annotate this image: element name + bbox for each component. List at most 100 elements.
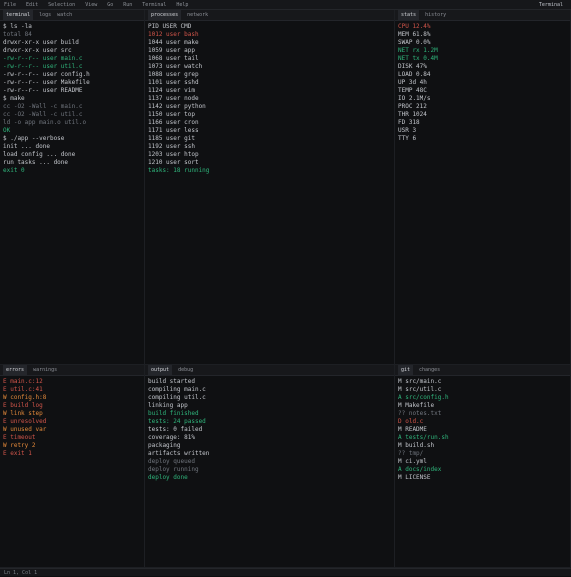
- stat-swap: SWAP 0.0%: [398, 39, 431, 46]
- line-11: cc -O2 -Wall -c util.c: [3, 111, 83, 118]
- line-18: exit 0: [3, 167, 25, 174]
- menu-item-run[interactable]: Run: [123, 0, 132, 9]
- menu-item-go[interactable]: Go: [107, 0, 113, 9]
- problem-row: W config.h:8: [3, 394, 47, 401]
- menu-item-edit[interactable]: Edit: [26, 0, 38, 9]
- git-row: ?? notes.txt: [398, 410, 442, 417]
- table-row: 1088 user grep: [148, 71, 199, 78]
- menu-bar: File Edit Selection View Go Run Terminal…: [0, 0, 571, 10]
- menu-item-help[interactable]: Help: [176, 0, 188, 9]
- tab-network[interactable]: network: [187, 10, 208, 20]
- cursor-position: Ln 1, Col 1: [4, 570, 38, 576]
- line-1: total 84: [3, 31, 32, 38]
- table-row: 1068 user tail: [148, 55, 199, 62]
- line-6: -rw-r--r-- user config.h: [3, 71, 90, 78]
- table-row: 1101 user sshd: [148, 79, 199, 86]
- menu-item-view[interactable]: View: [85, 0, 97, 9]
- stat-cpu: CPU 12.4%: [398, 23, 431, 30]
- git-row: A tests/run.sh: [398, 434, 449, 441]
- git-row: A docs/index: [398, 466, 442, 473]
- git-row: M build.sh: [398, 442, 435, 449]
- line-9: $ make: [3, 95, 25, 102]
- problem-row: E build log: [3, 402, 43, 409]
- output-log[interactable]: build started compiling main.c compiling…: [145, 376, 394, 484]
- problem-row: E exit 1: [3, 450, 32, 457]
- stats-list[interactable]: CPU 12.4% MEM 61.8% SWAP 0.0% NET rx 1.2…: [395, 21, 570, 145]
- table-row: 1124 user vim: [148, 87, 195, 94]
- table-row: 1166 user cron: [148, 119, 199, 126]
- log-line: build started: [148, 378, 195, 385]
- log-line: deploy queued: [148, 458, 195, 465]
- stat-fd: FD 318: [398, 119, 420, 126]
- log-line: deploy running: [148, 466, 199, 473]
- pane-top-right: stats history CPU 12.4% MEM 61.8% SWAP 0…: [395, 10, 571, 365]
- table-row: 1185 user git: [148, 135, 195, 142]
- line-4: -rw-r--r-- user main.c: [3, 55, 83, 62]
- tab-stats[interactable]: stats: [398, 10, 420, 20]
- tab-errors[interactable]: errors: [3, 365, 28, 375]
- log-line: tests: 0 failed: [148, 426, 203, 433]
- log-line: deploy done: [148, 474, 188, 481]
- tab-terminal[interactable]: terminal: [3, 10, 34, 20]
- table-row: 1192 user ssh: [148, 143, 195, 150]
- tab-history[interactable]: history: [425, 10, 446, 20]
- line-14: $ ./app --verbose: [3, 135, 65, 142]
- tab-changes[interactable]: changes: [419, 365, 440, 375]
- table-row: 1137 user node: [148, 95, 199, 102]
- status-bar: Ln 1, Col 1: [0, 568, 571, 576]
- stat-io: IO 2.1M/s: [398, 95, 431, 102]
- log-line: compiling util.c: [148, 394, 206, 401]
- tab-debug[interactable]: debug: [178, 365, 193, 375]
- stat-load: LOAD 0.84: [398, 71, 431, 78]
- table-row: 1142 user python: [148, 103, 206, 110]
- line-8: -rw-r--r-- user README: [3, 87, 83, 94]
- tabbar: terminal logs watch: [0, 10, 144, 21]
- line-0: $ ls -la: [3, 23, 32, 30]
- tab-git[interactable]: git: [398, 365, 414, 375]
- tab-output[interactable]: output: [148, 365, 173, 375]
- git-row: M README: [398, 426, 427, 433]
- process-table[interactable]: PID USER CMD 1012 user bash 1044 user ma…: [145, 21, 394, 177]
- log-line: tests: 24 passed: [148, 418, 206, 425]
- pane-top-mid: processes network PID USER CMD 1012 user…: [145, 10, 395, 365]
- git-row: M src/util.c: [398, 386, 442, 393]
- git-status-list[interactable]: M src/main.c M src/util.c A src/config.h…: [395, 376, 570, 484]
- menu-item-terminal[interactable]: Terminal: [142, 0, 166, 9]
- problem-row: E main.c:12: [3, 378, 43, 385]
- pane-top-left: terminal logs watch $ ls -la total 84 dr…: [0, 10, 145, 365]
- tabbar: processes network: [145, 10, 394, 21]
- git-row: ?? tmp/: [398, 450, 424, 457]
- tab-watch[interactable]: watch: [57, 10, 72, 20]
- problem-row: E timeout: [3, 434, 36, 441]
- tabbar: git changes: [395, 365, 570, 376]
- git-row: A src/config.h: [398, 394, 449, 401]
- problems-list[interactable]: E main.c:12 E util.c:41 W config.h:8 E b…: [0, 376, 144, 460]
- table-row: 1012 user bash: [148, 31, 199, 38]
- table-row: 1059 user app: [148, 47, 195, 54]
- tab-logs[interactable]: logs: [39, 10, 51, 20]
- line-2: drwxr-xr-x user build: [3, 39, 79, 46]
- summary-line: tasks: 18 running: [148, 167, 210, 174]
- tab-processes[interactable]: processes: [148, 10, 182, 20]
- log-line: compiling main.c: [148, 386, 206, 393]
- tabbar: errors warnings: [0, 365, 144, 376]
- log-line: artifacts written: [148, 450, 210, 457]
- tabbar: stats history: [395, 10, 570, 21]
- log-line: linking app: [148, 402, 188, 409]
- git-row: M src/main.c: [398, 378, 442, 385]
- menu-item-file[interactable]: File: [4, 0, 16, 9]
- git-row: M LICENSE: [398, 474, 431, 481]
- pane-bottom-right: git changes M src/main.c M src/util.c A …: [395, 365, 571, 568]
- log-line: packaging: [148, 442, 181, 449]
- line-17: run tasks ... done: [3, 159, 69, 166]
- terminal-output[interactable]: $ ls -la total 84 drwxr-xr-x user build …: [0, 21, 144, 177]
- pane-bottom-left: errors warnings E main.c:12 E util.c:41 …: [0, 365, 145, 568]
- stat-thr: THR 1024: [398, 111, 427, 118]
- stat-proc: PROC 212: [398, 103, 427, 110]
- git-row: M ci.yml: [398, 458, 427, 465]
- stat-uptime: UP 3d 4h: [398, 79, 427, 86]
- menu-item-selection[interactable]: Selection: [48, 0, 75, 9]
- table-header: PID USER CMD: [148, 23, 192, 30]
- problem-row: W link step: [3, 410, 43, 417]
- tab-warnings[interactable]: warnings: [33, 365, 57, 375]
